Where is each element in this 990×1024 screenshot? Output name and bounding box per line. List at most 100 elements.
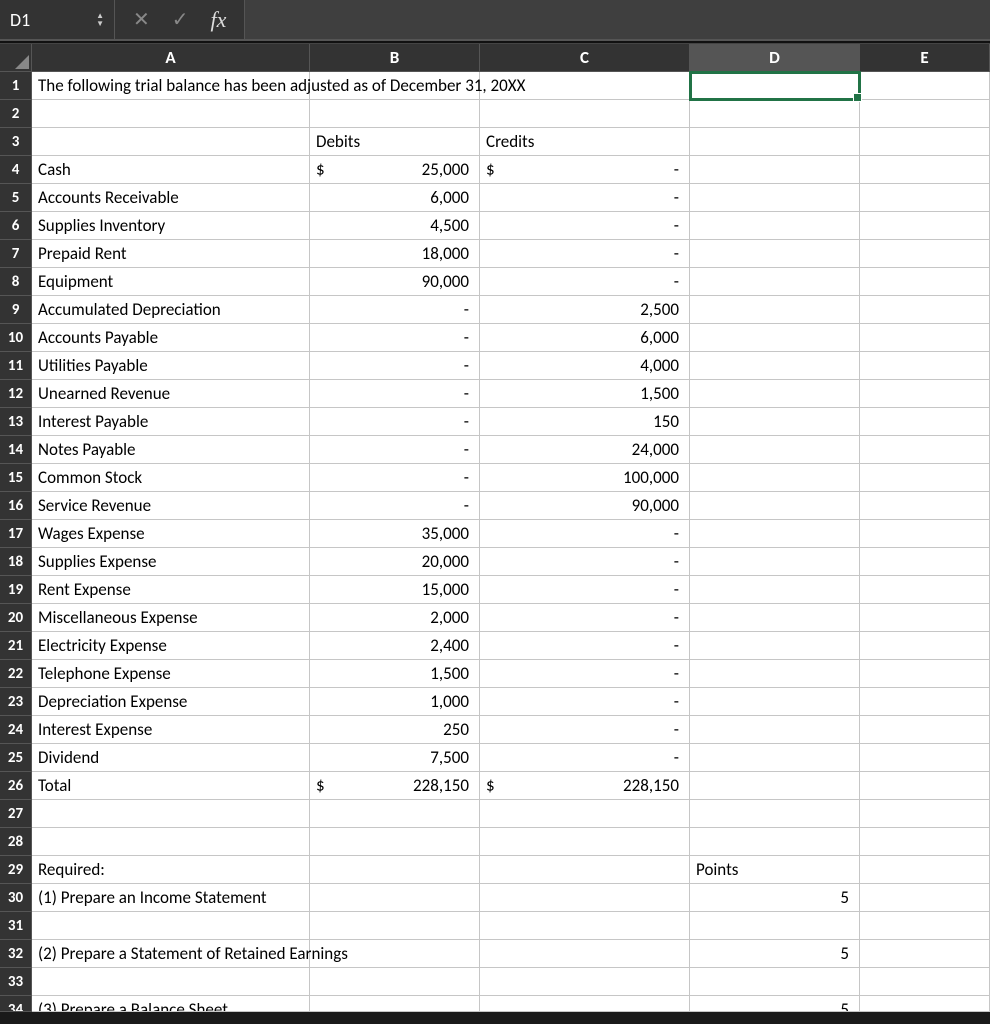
cell-E12[interactable] [860, 380, 990, 408]
row-header-17[interactable]: 17 [0, 520, 32, 548]
cell-A7[interactable]: Prepaid Rent [32, 240, 310, 268]
formula-input[interactable] [244, 0, 990, 39]
cell-C24[interactable]: - [480, 716, 690, 744]
cell-C22[interactable]: - [480, 660, 690, 688]
cancel-icon[interactable]: ✕ [133, 7, 150, 32]
cell-A27[interactable] [32, 800, 310, 828]
cell-B3[interactable]: Debits [310, 128, 480, 156]
row-header-24[interactable]: 24 [0, 716, 32, 744]
row-header-6[interactable]: 6 [0, 212, 32, 240]
cell-E27[interactable] [860, 800, 990, 828]
cell-E25[interactable] [860, 744, 990, 772]
cell-E15[interactable] [860, 464, 990, 492]
cell-A19[interactable]: Rent Expense [32, 576, 310, 604]
cell-D7[interactable] [690, 240, 860, 268]
cell-D15[interactable] [690, 464, 860, 492]
column-header-A[interactable]: A [32, 44, 310, 72]
cell-B12[interactable]: - [310, 380, 480, 408]
cell-D14[interactable] [690, 436, 860, 464]
cell-D27[interactable] [690, 800, 860, 828]
row-header-34[interactable]: 34 [0, 996, 32, 1012]
cell-D31[interactable] [690, 912, 860, 940]
cell-E13[interactable] [860, 408, 990, 436]
cell-C13[interactable]: 150 [480, 408, 690, 436]
cell-B20[interactable]: 2,000 [310, 604, 480, 632]
fx-icon[interactable]: fx [211, 7, 227, 33]
cell-C30[interactable] [480, 884, 690, 912]
row-header-33[interactable]: 33 [0, 968, 32, 996]
row-header-13[interactable]: 13 [0, 408, 32, 436]
cell-B18[interactable]: 20,000 [310, 548, 480, 576]
cell-A32[interactable]: (2) Prepare a Statement of Retained Earn… [32, 940, 310, 968]
cell-C18[interactable]: - [480, 548, 690, 576]
row-header-19[interactable]: 19 [0, 576, 32, 604]
cell-A4[interactable]: Cash [32, 156, 310, 184]
cell-A21[interactable]: Electricity Expense [32, 632, 310, 660]
cell-B8[interactable]: 90,000 [310, 268, 480, 296]
cell-C14[interactable]: 24,000 [480, 436, 690, 464]
cell-C2[interactable] [480, 100, 690, 128]
row-header-15[interactable]: 15 [0, 464, 32, 492]
cell-B7[interactable]: 18,000 [310, 240, 480, 268]
cell-C8[interactable]: - [480, 268, 690, 296]
cell-D28[interactable] [690, 828, 860, 856]
cell-E22[interactable] [860, 660, 990, 688]
cell-A17[interactable]: Wages Expense [32, 520, 310, 548]
spreadsheet-grid[interactable]: ABCDE1The following trial balance has be… [0, 44, 990, 1012]
cell-A30[interactable]: (1) Prepare an Income Statement [32, 884, 310, 912]
cell-A24[interactable]: Interest Expense [32, 716, 310, 744]
cell-B28[interactable] [310, 828, 480, 856]
cell-C34[interactable] [480, 996, 690, 1012]
cell-E1[interactable] [860, 72, 990, 100]
cell-D4[interactable] [690, 156, 860, 184]
cell-A20[interactable]: Miscellaneous Expense [32, 604, 310, 632]
cell-C23[interactable]: - [480, 688, 690, 716]
cell-B5[interactable]: 6,000 [310, 184, 480, 212]
row-header-30[interactable]: 30 [0, 884, 32, 912]
cell-E19[interactable] [860, 576, 990, 604]
cell-A29[interactable]: Required: [32, 856, 310, 884]
cell-E2[interactable] [860, 100, 990, 128]
cell-C19[interactable]: - [480, 576, 690, 604]
cell-E16[interactable] [860, 492, 990, 520]
cell-C31[interactable] [480, 912, 690, 940]
cell-C11[interactable]: 4,000 [480, 352, 690, 380]
cell-B29[interactable] [310, 856, 480, 884]
cell-C21[interactable]: - [480, 632, 690, 660]
row-header-31[interactable]: 31 [0, 912, 32, 940]
cell-D16[interactable] [690, 492, 860, 520]
cell-D20[interactable] [690, 604, 860, 632]
cell-E20[interactable] [860, 604, 990, 632]
cell-C12[interactable]: 1,500 [480, 380, 690, 408]
cell-A33[interactable] [32, 968, 310, 996]
cell-D8[interactable] [690, 268, 860, 296]
cell-B30[interactable] [310, 884, 480, 912]
row-header-10[interactable]: 10 [0, 324, 32, 352]
cell-D25[interactable] [690, 744, 860, 772]
row-header-26[interactable]: 26 [0, 772, 32, 800]
row-header-9[interactable]: 9 [0, 296, 32, 324]
cell-B22[interactable]: 1,500 [310, 660, 480, 688]
row-header-23[interactable]: 23 [0, 688, 32, 716]
cell-B24[interactable]: 250 [310, 716, 480, 744]
row-header-8[interactable]: 8 [0, 268, 32, 296]
select-all-corner[interactable] [0, 44, 32, 72]
cell-C20[interactable]: - [480, 604, 690, 632]
cell-D30[interactable]: 5 [690, 884, 860, 912]
cell-A28[interactable] [32, 828, 310, 856]
column-header-E[interactable]: E [860, 44, 990, 72]
cell-E5[interactable] [860, 184, 990, 212]
cell-A5[interactable]: Accounts Receivable [32, 184, 310, 212]
cell-E11[interactable] [860, 352, 990, 380]
cell-B26[interactable]: $228,150 [310, 772, 480, 800]
cell-D11[interactable] [690, 352, 860, 380]
cell-A23[interactable]: Depreciation Expense [32, 688, 310, 716]
cell-E34[interactable] [860, 996, 990, 1012]
cell-E32[interactable] [860, 940, 990, 968]
cell-E28[interactable] [860, 828, 990, 856]
cell-D10[interactable] [690, 324, 860, 352]
column-header-C[interactable]: C [480, 44, 690, 72]
cell-D17[interactable] [690, 520, 860, 548]
cell-E10[interactable] [860, 324, 990, 352]
cell-E30[interactable] [860, 884, 990, 912]
